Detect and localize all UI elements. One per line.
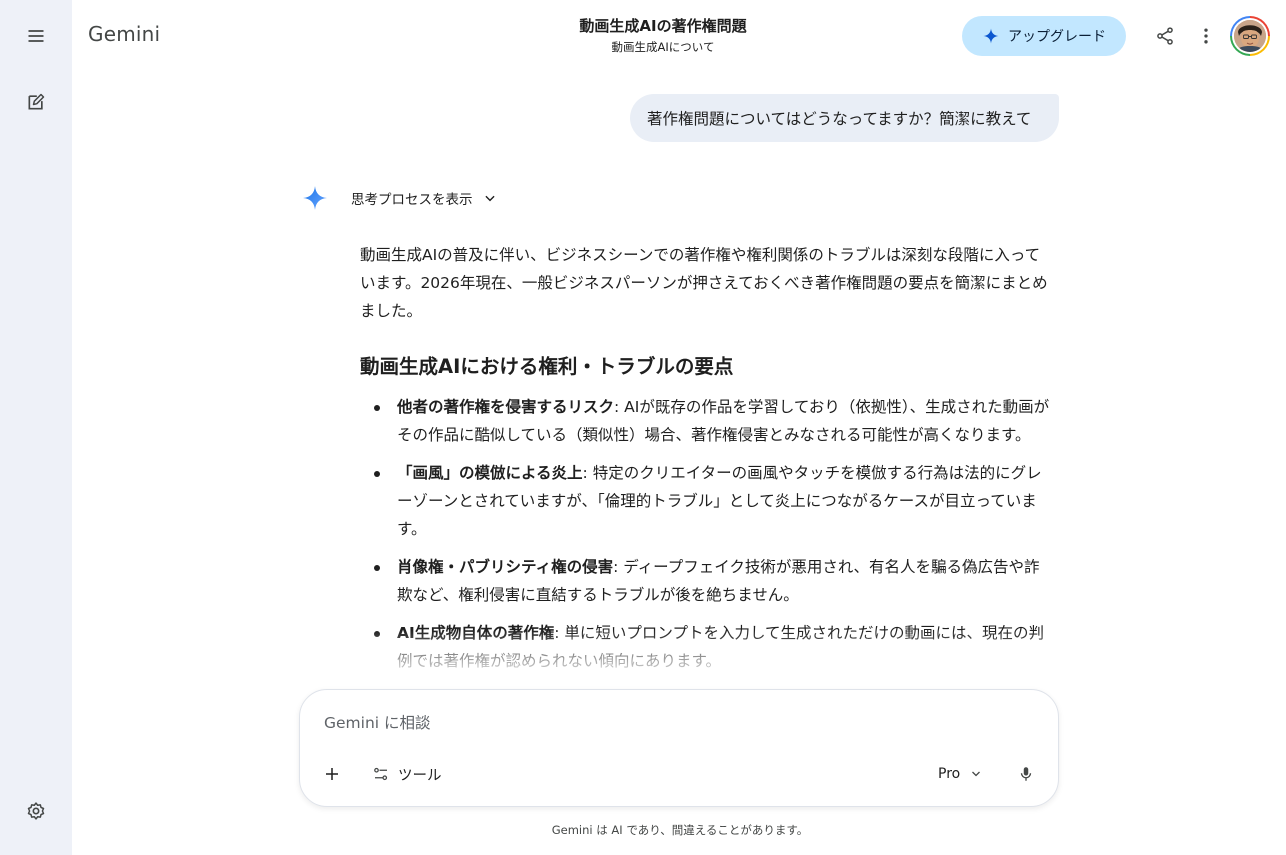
side-rail: [0, 0, 72, 855]
microphone-button[interactable]: [1008, 756, 1044, 792]
tools-label: ツール: [398, 767, 442, 784]
disclaimer-text: Gemini は AI であり、間違えることがあります。: [551, 823, 809, 837]
more-vert-icon: [1204, 28, 1208, 44]
tools-icon: [374, 767, 388, 781]
thinking-label: 思考プロセスを表示: [351, 192, 473, 208]
app-brand[interactable]: Gemini: [88, 22, 160, 46]
conversation-header: 動画生成AIの著作権問題 動画生成AIについて: [500, 15, 826, 55]
model-response: 動画生成AIの普及に伴い、ビジネスシーンでの著作権や権利関係のトラブルは深刻な段…: [360, 241, 1052, 689]
bullet-item: AI生成物自体の著作権: 単に短いプロンプトを入力して生成されただけの動画には、…: [360, 619, 1052, 675]
bullet-title: 肖像権・パブリシティ権の侵害: [397, 558, 614, 576]
bullet-item: 「画風」の模倣による炎上: 特定のクリエイターの画風やタッチを模倣する行為は法的…: [360, 459, 1052, 543]
bullet-title: 「画風」の模倣による炎上: [397, 464, 583, 482]
avatar-photo: [1234, 20, 1266, 52]
prompt-input[interactable]: [324, 712, 924, 734]
sparkle-icon: [983, 28, 999, 44]
account-avatar[interactable]: [1230, 16, 1270, 56]
share-icon: [1157, 27, 1173, 45]
menu-icon: [28, 30, 44, 42]
chevron-down-icon: [972, 771, 981, 777]
conversation-subtitle: 動画生成AIについて: [611, 40, 715, 54]
tools-button[interactable]: ツール: [362, 758, 452, 790]
menu-button[interactable]: [16, 16, 56, 56]
settings-icon: [27, 802, 45, 820]
bullet-item: 他者の著作権を侵害するリスク: AIが既存の作品を学習しており（依拠性）、生成さ…: [360, 393, 1052, 449]
upgrade-label: アップグレード: [1008, 29, 1106, 45]
response-heading: 動画生成AIにおける権利・トラブルの要点: [360, 355, 734, 378]
microphone-icon: [1020, 767, 1032, 781]
gemini-spark-icon: [303, 186, 327, 210]
upgrade-button[interactable]: アップグレード: [962, 16, 1126, 56]
response-bullet-list: 他者の著作権を侵害するリスク: AIが既存の作品を学習しており（依拠性）、生成さ…: [360, 393, 1052, 675]
plus-icon: [326, 768, 338, 780]
add-attachment-button[interactable]: [314, 756, 350, 792]
share-button[interactable]: [1145, 16, 1185, 56]
new-chat-button[interactable]: [16, 82, 56, 122]
prompt-composer: ツール Pro: [299, 689, 1059, 807]
chevron-down-icon: [484, 195, 495, 202]
response-intro: 動画生成AIの普及に伴い、ビジネスシーンでの著作権や権利関係のトラブルは深刻な段…: [360, 246, 1048, 320]
new-chat-icon: [28, 93, 45, 110]
bullet-title: AI生成物自体の著作権: [397, 624, 555, 642]
settings-button[interactable]: [16, 791, 56, 831]
model-label: Pro: [938, 766, 961, 782]
conversation-title: 動画生成AIの著作権問題: [579, 17, 747, 35]
bullet-item: 肖像権・パブリシティ権の侵害: ディープフェイク技術が悪用され、有名人を騙る偽広…: [360, 553, 1052, 609]
user-message: 著作権問題についてはどうなってますか？簡潔に教えて: [630, 94, 1059, 142]
bullet-title: 他者の著作権を侵害するリスク: [397, 398, 615, 416]
model-selector[interactable]: Pro: [928, 758, 992, 790]
show-thinking-toggle[interactable]: 思考プロセスを表示: [351, 188, 497, 208]
more-options-button[interactable]: [1186, 16, 1226, 56]
